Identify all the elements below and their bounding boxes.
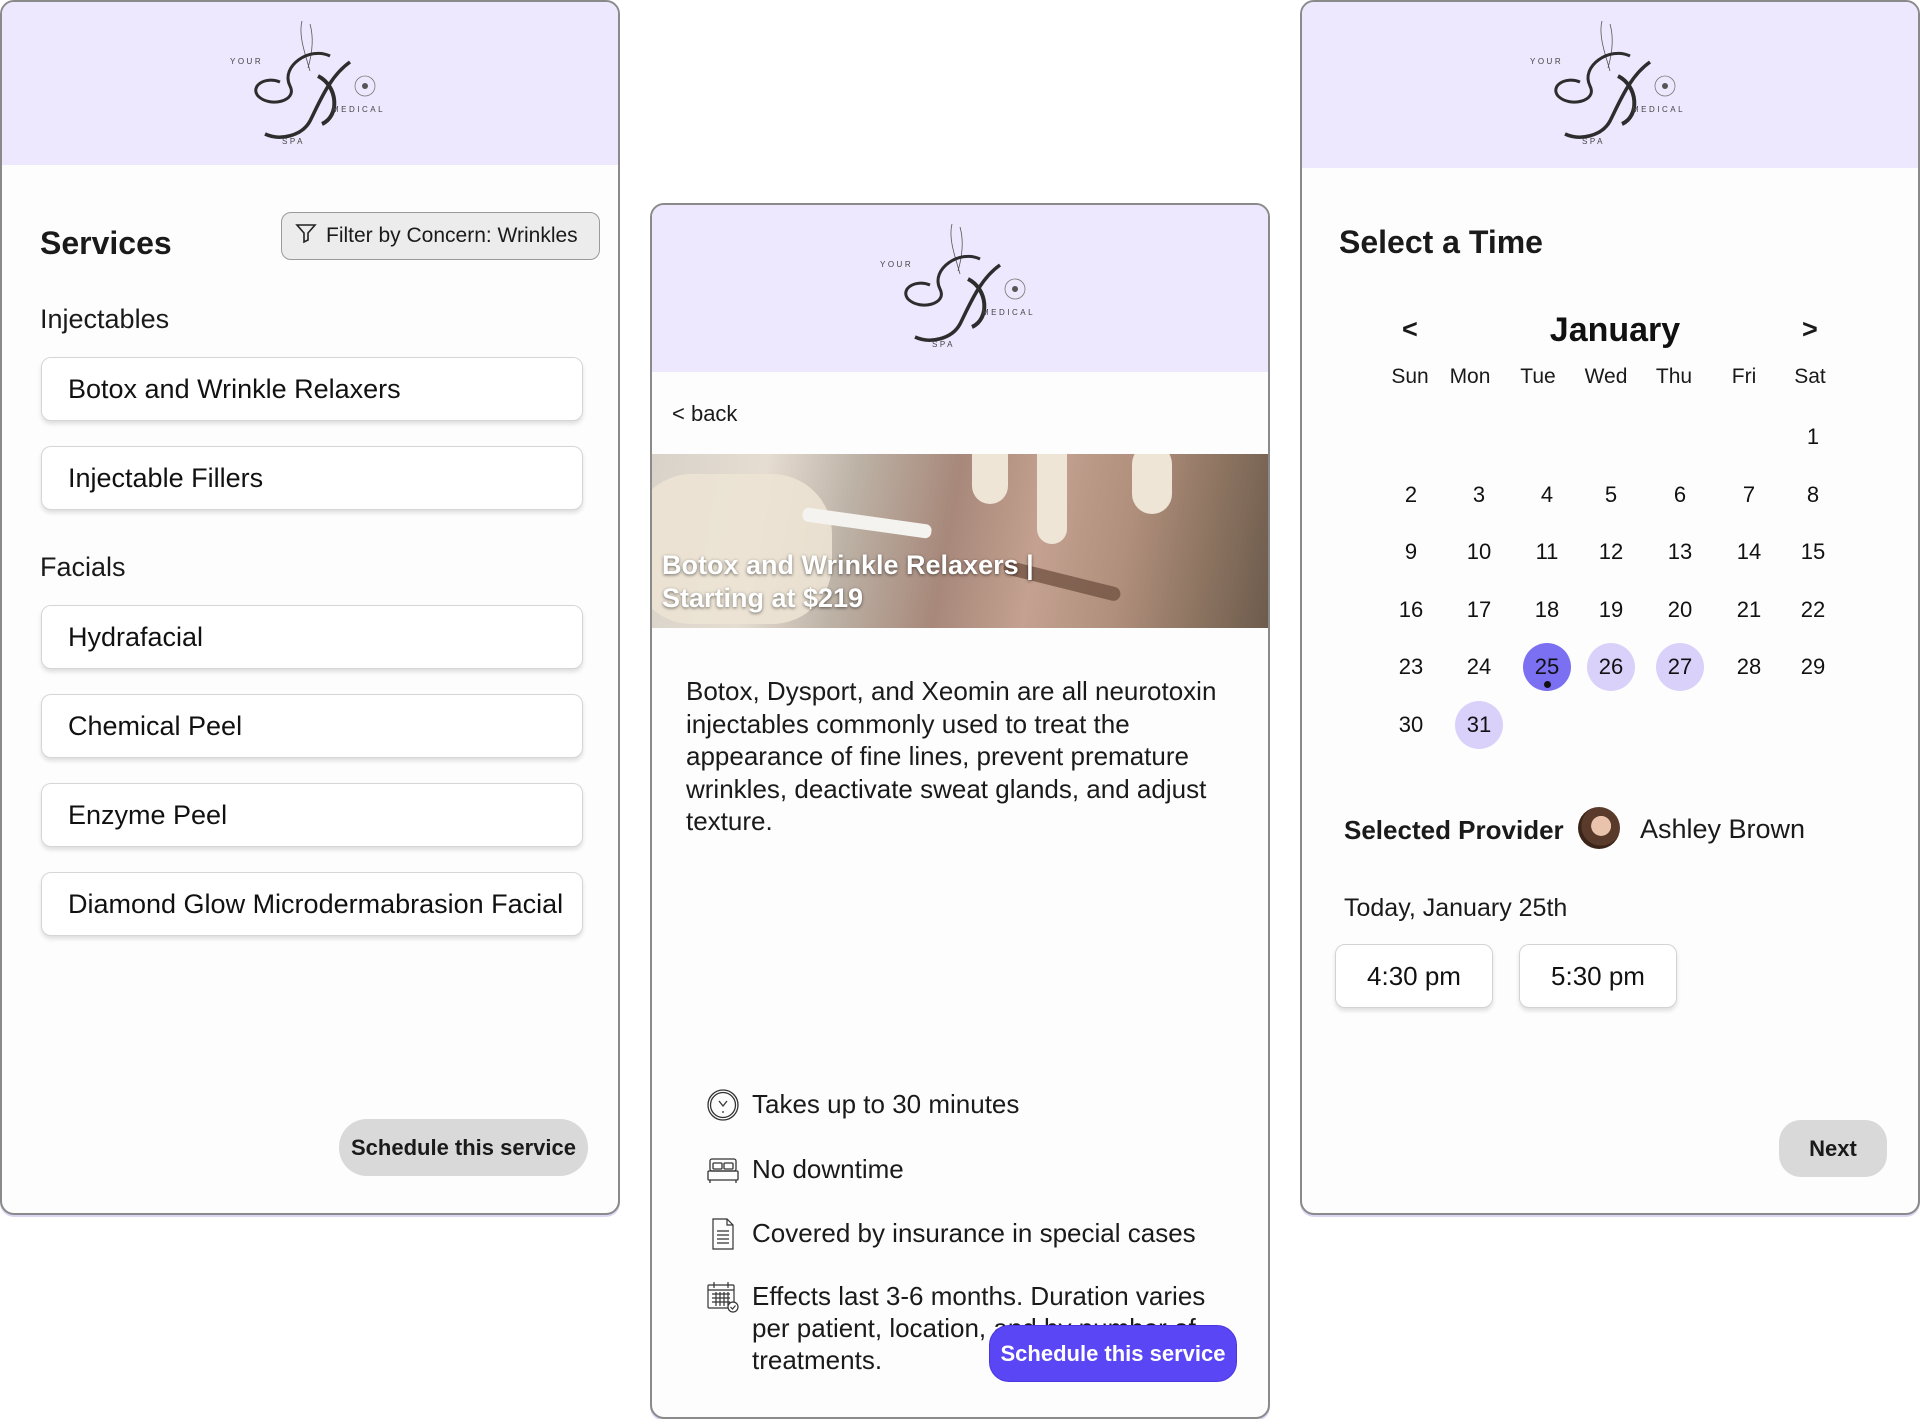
category-label: Facials (40, 552, 126, 582)
feature-text: No downtime (752, 1154, 904, 1184)
today-indicator-dot (1543, 681, 1551, 688)
calendar-day[interactable]: 30 (1387, 701, 1435, 749)
service-list-item[interactable]: Enzyme Peel (41, 783, 583, 847)
service-list-item[interactable]: Diamond Glow Microdermabrasion Facial (41, 872, 583, 936)
calendar-day[interactable]: 18 (1523, 586, 1571, 634)
calendar-day[interactable]: 1 (1789, 413, 1837, 461)
calendar-day[interactable]: 5 (1587, 471, 1635, 519)
calendar-day[interactable]: 28 (1725, 643, 1773, 691)
calendar-day[interactable]: 17 (1455, 586, 1503, 634)
date-heading: Today, January 25th (1344, 894, 1568, 922)
logo-word-bottom: SPA (282, 137, 305, 146)
provider-name: Ashley Brown (1640, 814, 1806, 844)
calendar-day[interactable]: 21 (1725, 586, 1773, 634)
back-link[interactable]: < back (672, 401, 737, 427)
category-label: Injectables (40, 304, 170, 334)
clock-icon (706, 1088, 740, 1122)
logo-word-bottom: SPA (932, 340, 955, 349)
logo-header: YOUR MEDICAL SPA (1302, 2, 1918, 168)
feature-item: No downtime (706, 1153, 1236, 1187)
calendar-day[interactable]: 15 (1789, 528, 1837, 576)
time-slot-button[interactable]: 5:30 pm (1519, 944, 1677, 1008)
calendar-day[interactable]: 24 (1455, 643, 1503, 691)
calendar-month-label: January (1549, 311, 1681, 349)
weekday-label: Sun (1391, 365, 1429, 388)
select-time-screen: YOUR MEDICAL SPA Select a Time January < >… (1300, 0, 1920, 1215)
logo-word-right: MEDICAL (1632, 105, 1685, 114)
logo-header: YOUR MEDICAL SPA (652, 205, 1268, 372)
selected-provider-label: Selected Provider (1344, 815, 1564, 845)
brand-logo: YOUR MEDICAL SPA (860, 219, 1060, 355)
calendar-day[interactable]: 12 (1587, 528, 1635, 576)
calendar-day[interactable]: 3 (1455, 471, 1503, 519)
calendar-day[interactable]: 4 (1523, 471, 1571, 519)
service-hero-title: Botox and Wrinkle Relaxers | Starting at… (662, 550, 1034, 613)
calendar-day[interactable]: 25 (1523, 643, 1571, 691)
calendar-day[interactable]: 19 (1587, 586, 1635, 634)
feature-item: Covered by insurance in special cases (706, 1217, 1236, 1251)
calendar-day[interactable]: 7 (1725, 471, 1773, 519)
calendar-day[interactable]: 13 (1656, 528, 1704, 576)
calendar-day[interactable]: 16 (1387, 586, 1435, 634)
calendar-check-icon (706, 1280, 740, 1314)
service-list-item[interactable]: Hydrafacial (41, 605, 583, 669)
weekday-label: Tue (1520, 365, 1556, 388)
schedule-service-button[interactable]: Schedule this service (989, 1325, 1237, 1382)
weekday-label: Mon (1449, 365, 1491, 388)
weekday-label: Wed (1584, 365, 1628, 388)
filter-by-concern-button[interactable]: Filter by Concern: Wrinkles (281, 212, 600, 260)
calendar-day[interactable]: 10 (1455, 528, 1503, 576)
services-screen: YOUR MEDICAL SPA Services Filter by Concer… (0, 0, 620, 1215)
calendar-day[interactable]: 23 (1387, 643, 1435, 691)
filter-icon (294, 221, 318, 251)
next-month-button[interactable]: > (1802, 314, 1818, 345)
feature-item: Takes up to 30 minutes (706, 1088, 1236, 1122)
logo-word-bottom: SPA (1582, 137, 1605, 146)
logo-word-right: MEDICAL (332, 105, 385, 114)
calendar-day[interactable]: 26 (1587, 643, 1635, 691)
calendar-day[interactable]: 6 (1656, 471, 1704, 519)
service-description: Botox, Dysport, and Xeomin are all neuro… (686, 676, 1217, 836)
prev-month-button[interactable]: < (1402, 314, 1418, 345)
service-hero-image: Botox and Wrinkle Relaxers | Starting at… (652, 454, 1268, 628)
calendar-day[interactable]: 9 (1387, 528, 1435, 576)
brand-logo: YOUR MEDICAL SPA (1510, 16, 1710, 152)
calendar-day[interactable]: 11 (1523, 528, 1571, 576)
calendar-day[interactable]: 29 (1789, 643, 1837, 691)
time-slot-button[interactable]: 4:30 pm (1335, 944, 1493, 1008)
schedule-service-button[interactable]: Schedule this service (339, 1119, 588, 1176)
logo-header: YOUR MEDICAL SPA (2, 2, 618, 165)
service-list-item[interactable]: Injectable Fillers (41, 446, 583, 510)
page-title: Select a Time (1339, 224, 1543, 260)
service-list-item[interactable]: Chemical Peel (41, 694, 583, 758)
calendar-day[interactable]: 31 (1455, 700, 1503, 749)
calendar-day[interactable]: 22 (1789, 586, 1837, 634)
logo-monogram-icon: YOUR MEDICAL SPA (880, 223, 1035, 349)
feature-text: Takes up to 30 minutes (752, 1089, 1020, 1119)
weekday-label: Fri (1731, 365, 1757, 388)
filter-button-label: Filter by Concern: Wrinkles (326, 224, 578, 247)
logo-monogram-icon: YOUR MEDICAL SPA (1530, 20, 1685, 146)
calendar-day[interactable]: 14 (1725, 528, 1773, 576)
weekday-label: Thu (1655, 365, 1693, 388)
logo-word-top: YOUR (880, 260, 913, 269)
service-list-item[interactable]: Botox and Wrinkle Relaxers (41, 357, 583, 421)
weekday-label: Sat (1794, 365, 1826, 388)
page-title: Services (40, 225, 172, 261)
service-detail-screen: YOUR MEDICAL SPA < back Botox and Wrinkle … (650, 203, 1270, 1419)
feature-text: Covered by insurance in special cases (752, 1218, 1196, 1248)
logo-monogram-icon: YOUR MEDICAL SPA (230, 20, 385, 146)
logo-word-right: MEDICAL (982, 308, 1035, 317)
document-icon (706, 1217, 740, 1251)
next-button[interactable]: Next (1779, 1120, 1887, 1177)
logo-word-top: YOUR (1530, 57, 1563, 66)
brand-logo: YOUR MEDICAL SPA (210, 16, 410, 152)
calendar-day[interactable]: 2 (1387, 471, 1435, 519)
calendar-day[interactable]: 20 (1656, 586, 1704, 634)
bed-icon (706, 1153, 740, 1187)
provider-avatar (1578, 807, 1620, 849)
calendar-day[interactable]: 8 (1789, 471, 1837, 519)
logo-word-top: YOUR (230, 57, 263, 66)
calendar-day[interactable]: 27 (1656, 643, 1704, 691)
